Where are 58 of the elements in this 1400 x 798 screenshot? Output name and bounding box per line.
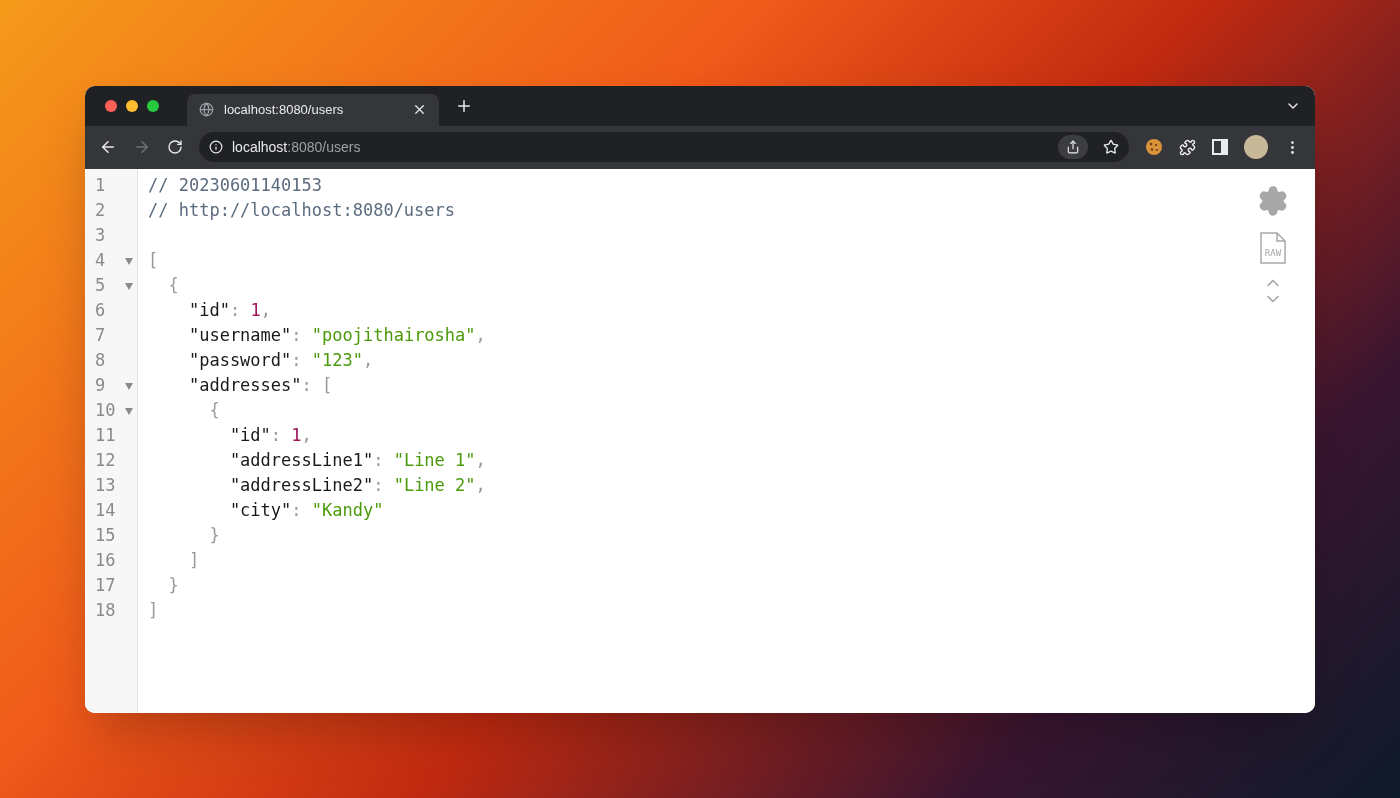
line-number: 6 (95, 299, 107, 323)
close-window-button[interactable] (105, 99, 117, 112)
info-icon[interactable] (209, 140, 223, 154)
tab-title: localhost:8080/users (224, 100, 345, 119)
line-number: 13 (95, 474, 117, 498)
code-line: // 20230601140153 (148, 174, 322, 198)
fold-triangle-icon[interactable] (125, 257, 133, 265)
line-number: 9 (95, 374, 107, 398)
address-bar[interactable]: localhost:8080/users (199, 132, 1129, 162)
back-icon[interactable] (99, 138, 117, 156)
bookmark-star-icon[interactable] (1103, 139, 1119, 155)
code-line: { (167, 274, 179, 298)
line-number: 8 (95, 349, 107, 373)
side-panel-icon[interactable] (1212, 139, 1228, 155)
code-line: { (208, 399, 220, 423)
code-line: "addressLine1": "Line 1", (228, 449, 486, 473)
code-line: "password": "123", (187, 349, 374, 373)
code-line: "city": "Kandy" (228, 499, 384, 523)
line-number: 2 (95, 199, 107, 223)
line-number: 11 (95, 424, 117, 448)
line-number: 7 (95, 324, 107, 348)
code-line: "username": "poojithairosha", (187, 324, 486, 348)
code-line: "addresses": [ (187, 374, 333, 398)
line-number: 16 (95, 549, 117, 573)
code-line: "addressLine2": "Line 2", (228, 474, 486, 498)
fold-triangle-icon[interactable] (125, 407, 133, 415)
code-line: "id": 1, (228, 424, 312, 448)
share-icon (1066, 140, 1080, 154)
line-number: 1 (95, 174, 107, 198)
line-number: 12 (95, 449, 117, 473)
share-button[interactable] (1058, 135, 1088, 159)
line-number: 17 (95, 574, 117, 598)
code-line: } (208, 524, 220, 548)
close-tab-icon[interactable] (412, 102, 427, 117)
line-number: 3 (95, 224, 107, 248)
extensions-icon[interactable] (1179, 138, 1196, 156)
browser-tab[interactable]: localhost:8080/users (187, 93, 439, 126)
line-number: 4 (95, 249, 107, 273)
fold-triangle-icon[interactable] (125, 282, 133, 290)
code-line: "id": 1, (187, 299, 271, 323)
profile-avatar[interactable] (1244, 135, 1268, 159)
reload-icon[interactable] (167, 139, 183, 155)
code-line: } (167, 574, 179, 598)
line-number: 5 (95, 274, 107, 298)
fold-triangle-icon[interactable] (125, 382, 133, 390)
cookie-icon[interactable] (1145, 138, 1163, 156)
minimize-window-button[interactable] (126, 99, 138, 112)
code-line: [ (148, 249, 159, 273)
code-line: ] (187, 549, 200, 573)
zoom-window-button[interactable] (147, 99, 159, 112)
code-line: // http://localhost:8080/users (148, 199, 456, 223)
code-line: ] (148, 599, 159, 623)
line-number: 15 (95, 524, 117, 548)
line-number: 10 (95, 399, 117, 423)
globe-icon (199, 102, 214, 117)
url-text: localhost:8080/users (232, 137, 362, 157)
line-number: 14 (95, 499, 117, 523)
line-number: 18 (95, 599, 117, 623)
